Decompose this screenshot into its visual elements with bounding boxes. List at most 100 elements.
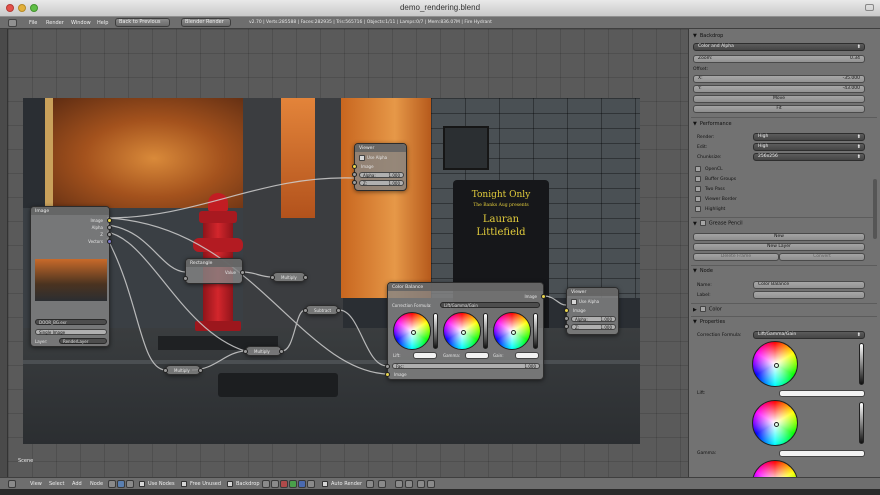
properties-panel-header[interactable]: ▼ Properties: [693, 319, 725, 325]
color-panel-header[interactable]: ▶ Color: [693, 306, 722, 313]
fullscreen-button[interactable]: [865, 4, 874, 11]
footer-menu-node[interactable]: Node: [90, 481, 103, 487]
image-output-socket[interactable]: [107, 218, 112, 223]
math-node-multiply-1-output[interactable]: [303, 275, 308, 280]
properties-gamma-slider[interactable]: [859, 402, 864, 444]
rectangle-output-socket[interactable]: [240, 270, 245, 275]
two-pass-checkbox[interactable]: [695, 186, 701, 192]
gain-color-swatch[interactable]: [515, 352, 539, 359]
channel-rgb-icon[interactable]: [262, 480, 270, 488]
properties-scrollbar[interactable]: [873, 179, 877, 239]
free-unused-checkbox[interactable]: [181, 481, 187, 487]
viewer-right-use-alpha-checkbox[interactable]: [571, 299, 577, 305]
math-node-subtract-input[interactable]: [303, 308, 308, 313]
texture-nodes-icon[interactable]: [126, 480, 134, 488]
image-node[interactable]: Image Image Alpha Z Vectors DOOR_BG.exr …: [30, 206, 112, 347]
backdrop-offset-x-field[interactable]: X: -35.000: [693, 75, 865, 83]
math-node-multiply-3-input[interactable]: [163, 368, 168, 373]
viewer-top-alpha-field[interactable]: Alpha: 1.000: [359, 172, 404, 178]
image-source-select[interactable]: Single Image: [35, 329, 107, 335]
opencl-checkbox[interactable]: [695, 166, 701, 172]
shader-nodes-icon[interactable]: [108, 480, 116, 488]
backdrop-offset-y-field[interactable]: Y: -43.000: [693, 85, 865, 93]
performance-edit-select[interactable]: High: [753, 143, 865, 151]
grease-pencil-delete-frame-button[interactable]: Delete Frame: [693, 253, 779, 261]
render-animation-icon[interactable]: [427, 480, 435, 488]
grease-pencil-panel-header[interactable]: ▼ Grease Pencil: [693, 220, 743, 227]
properties-lift-slider[interactable]: [859, 343, 864, 385]
grease-pencil-convert-button[interactable]: Convert: [779, 253, 865, 261]
grease-pencil-new-layer-button[interactable]: New Layer: [693, 243, 865, 251]
paste-nodes-icon[interactable]: [405, 480, 413, 488]
backdrop-zoom-field[interactable]: Zoom: 0.34: [693, 55, 865, 63]
lift-color-swatch[interactable]: [413, 352, 437, 359]
gain-value-slider[interactable]: [533, 313, 538, 349]
properties-gamma-wheel[interactable]: [752, 400, 798, 446]
gamma-value-slider[interactable]: [483, 313, 488, 349]
math-node-subtract[interactable]: Subtract: [303, 305, 341, 315]
math-node-multiply-1-input[interactable]: [270, 275, 275, 280]
color-checkbox[interactable]: [699, 306, 706, 312]
properties-panel[interactable]: ▼Backdrop Color and Alpha Zoom:0.34 Offs…: [688, 29, 880, 481]
menu-help[interactable]: Help: [97, 20, 108, 26]
z-output-socket[interactable]: [107, 232, 112, 237]
viewer-top-image-socket[interactable]: [352, 164, 357, 169]
properties-gamma-swatch[interactable]: [779, 450, 865, 457]
gamma-color-wheel[interactable]: [443, 312, 481, 350]
gamma-color-swatch[interactable]: [465, 352, 489, 359]
grease-pencil-new-button[interactable]: New: [693, 233, 865, 241]
channel-red-icon[interactable]: [280, 480, 288, 488]
properties-lift-wheel[interactable]: [752, 341, 798, 387]
render-engine-select[interactable]: Blender Render: [181, 18, 231, 27]
footer-menu-select[interactable]: Select: [49, 481, 64, 487]
viewer-right-image-socket[interactable]: [564, 308, 569, 313]
lift-color-wheel[interactable]: [393, 312, 431, 350]
highlight-checkbox[interactable]: [695, 206, 701, 212]
editor-type-icon[interactable]: [8, 19, 17, 27]
copy-nodes-icon[interactable]: [395, 480, 403, 488]
back-to-previous-button[interactable]: Back to Previous: [115, 18, 170, 27]
viewer-node-top[interactable]: Viewer Use Alpha Image Alpha: 1.000 Z: 1.0…: [352, 143, 407, 191]
viewer-border-checkbox[interactable]: [695, 196, 701, 202]
math-node-subtract-output[interactable]: [336, 308, 341, 313]
math-node-multiply-2[interactable]: Multiply: [243, 346, 284, 356]
performance-render-select[interactable]: High: [753, 133, 865, 141]
image-file-field[interactable]: DOOR_BG.exr: [35, 319, 107, 325]
node-label-field[interactable]: [753, 291, 865, 299]
channel-green-icon[interactable]: [289, 480, 297, 488]
node-name-field[interactable]: Color Balance: [753, 281, 865, 289]
tool-shelf-edge[interactable]: [0, 29, 8, 481]
math-node-multiply-2-input[interactable]: [243, 349, 248, 354]
viewer-right-alpha-socket[interactable]: [564, 316, 569, 321]
backdrop-channels-select[interactable]: Color and Alpha: [693, 43, 865, 51]
rectangle-node[interactable]: Rectangle Value: [183, 258, 245, 284]
color-balance-node[interactable]: Color Balance Image Correction Formula: …: [385, 282, 546, 380]
buffer-groups-checkbox[interactable]: [695, 176, 701, 182]
footer-menu-add[interactable]: Add: [72, 481, 82, 487]
viewer-top-use-alpha-checkbox[interactable]: [359, 155, 365, 161]
grease-pencil-checkbox[interactable]: [699, 220, 706, 226]
viewer-top-alpha-socket[interactable]: [352, 172, 357, 177]
compositing-nodes-icon[interactable]: [117, 480, 125, 488]
backdrop-move-button[interactable]: Move: [693, 95, 865, 103]
node-editor-type-icon[interactable]: [8, 480, 16, 488]
viewer-top-z-socket[interactable]: [352, 180, 357, 185]
footer-menu-view[interactable]: View: [30, 481, 42, 487]
correction-formula-select[interactable]: Lift/Gamma/Gain: [753, 331, 865, 339]
fac-slider[interactable]: Fac: 1.000: [392, 363, 540, 369]
channel-rgba-icon[interactable]: [271, 480, 279, 488]
use-nodes-checkbox[interactable]: [139, 481, 145, 487]
viewer-right-alpha-field[interactable]: Alpha: 1.000: [571, 316, 616, 322]
math-node-multiply-3[interactable]: Multiply: [163, 365, 203, 375]
render-icon[interactable]: [417, 480, 425, 488]
viewer-right-z-field[interactable]: Z: 1.000: [571, 324, 616, 330]
channel-alpha-icon[interactable]: [307, 480, 315, 488]
gain-color-wheel[interactable]: [493, 312, 531, 350]
math-node-multiply-1[interactable]: Multiply: [270, 272, 308, 282]
viewer-node-right[interactable]: Viewer Use Alpha Image Alpha: 1.000 Z: 1.0…: [564, 287, 619, 335]
menu-window[interactable]: Window: [71, 20, 91, 26]
auto-render-checkbox[interactable]: [322, 481, 328, 487]
properties-lift-swatch[interactable]: [779, 390, 865, 397]
menu-file[interactable]: File: [29, 20, 37, 26]
viewer-right-z-socket[interactable]: [564, 324, 569, 329]
